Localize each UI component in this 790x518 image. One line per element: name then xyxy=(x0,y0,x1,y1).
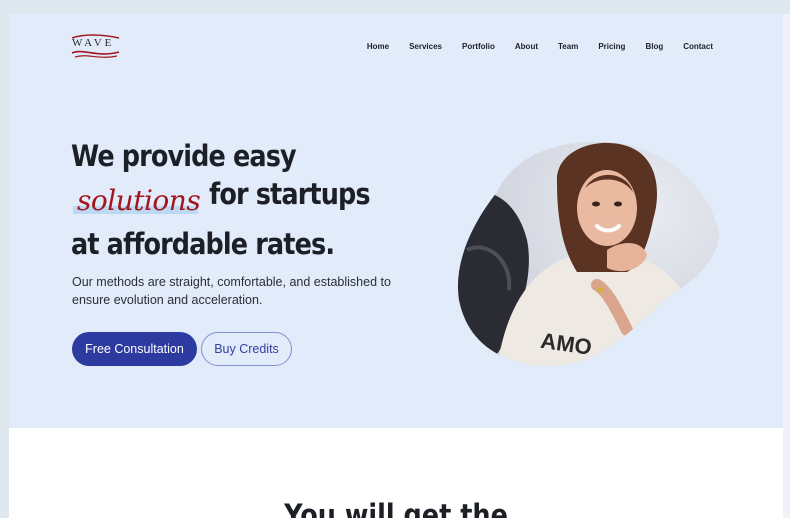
nav-home[interactable]: Home xyxy=(367,42,389,51)
scrollbar-track[interactable] xyxy=(783,14,790,518)
main-nav: Home Services Portfolio About Team Prici… xyxy=(347,42,713,51)
logo-text: WAVE xyxy=(72,37,115,49)
nav-pricing[interactable]: Pricing xyxy=(598,42,625,51)
hero-description: Our methods are straight, comfortable, a… xyxy=(72,275,391,307)
nav-services[interactable]: Services xyxy=(409,42,442,51)
buy-credits-button[interactable]: Buy Credits xyxy=(201,332,292,366)
section-title: You will get the xyxy=(284,498,508,518)
nav-team[interactable]: Team xyxy=(558,42,578,51)
headline-line-2: for startups xyxy=(209,177,370,211)
hero-photo: AMO xyxy=(457,141,719,367)
nav-about[interactable]: About xyxy=(515,42,538,51)
nav-portfolio[interactable]: Portfolio xyxy=(462,42,495,51)
free-consultation-button[interactable]: Free Consultation xyxy=(72,332,197,366)
hero-section: WAVE Home Services Portfolio About Team … xyxy=(9,14,783,428)
page-frame: WAVE Home Services Portfolio About Team … xyxy=(9,14,783,518)
logo[interactable]: WAVE xyxy=(71,34,121,64)
nav-blog[interactable]: Blog xyxy=(645,42,663,51)
headline-line-1: We provide easy xyxy=(71,139,297,173)
headline-line-3: at affordable rates. xyxy=(71,227,335,261)
nav-contact[interactable]: Contact xyxy=(683,42,713,51)
highlight-text: solutions xyxy=(77,184,201,217)
